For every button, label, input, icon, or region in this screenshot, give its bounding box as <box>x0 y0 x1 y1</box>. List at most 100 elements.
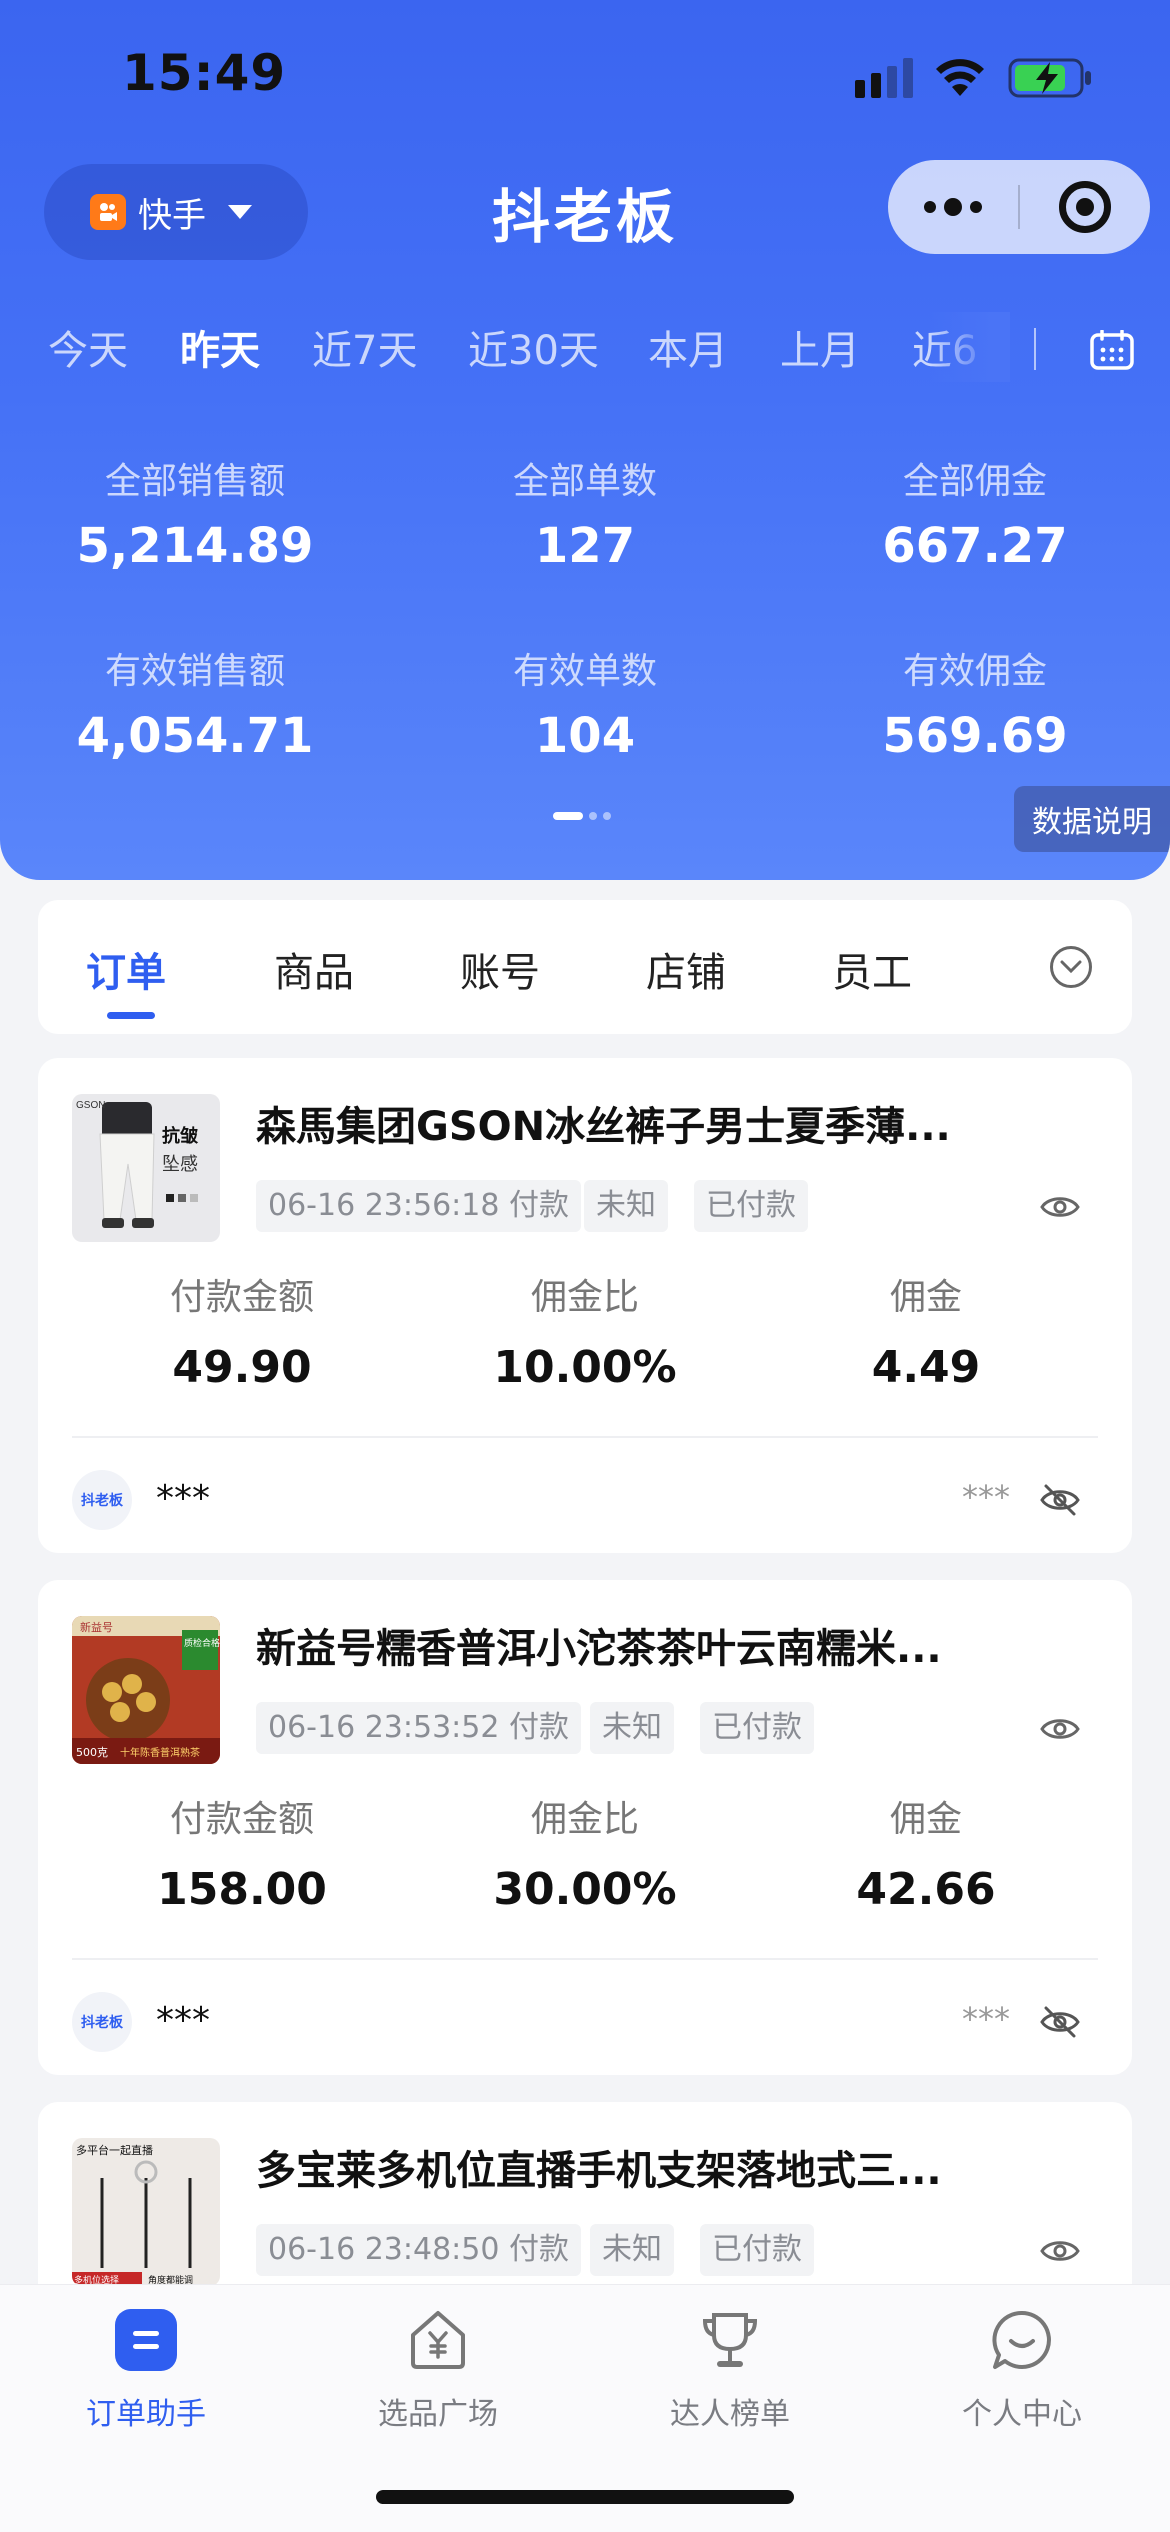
bottom-tab-label: 达人榜单 <box>670 2397 790 2432</box>
payment-time-tag: 06-16 23:53:52 付款 <box>256 1702 581 1754</box>
eye-icon[interactable] <box>1040 1714 1080 1744</box>
eye-icon[interactable] <box>1040 1192 1080 1222</box>
payment-status-tag: 已付款 <box>700 1702 814 1754</box>
metric-value: 30.00% <box>493 1864 677 1915</box>
expand-tabs-button[interactable] <box>1050 946 1092 988</box>
status-tag: 未知 <box>590 1702 674 1754</box>
metric-value: 10.00% <box>493 1342 677 1393</box>
stat-value: 569.69 <box>882 708 1068 764</box>
metric-value: 42.66 <box>856 1864 996 1915</box>
order-card[interactable]: GSON 抗皱 坠感 森馬集团GSON冰丝裤子男士夏季薄... 06-16 23… <box>38 1058 1132 1553</box>
stat-label: 有效销售额 <box>104 651 285 692</box>
home-indicator[interactable] <box>376 2490 794 2504</box>
miniprogram-capsule <box>888 160 1150 254</box>
date-tab-yesterday[interactable]: 昨天 <box>180 318 260 376</box>
bottom-tab-profile[interactable]: 个人中心 <box>876 2309 1168 2433</box>
battery-charging-icon <box>1008 58 1091 98</box>
bottom-tab-product-plaza[interactable]: 选品广场 <box>292 2309 584 2433</box>
metric-commission: 佣金 42.66 <box>756 1790 1096 1915</box>
dimension-tabs: 订单 商品 账号 店铺 员工 <box>38 900 1132 1034</box>
bottom-tab-order-assistant[interactable]: 订单助手 <box>0 2309 292 2433</box>
tab-orders[interactable]: 订单 <box>86 940 166 998</box>
date-tab-30days[interactable]: 近30天 <box>468 318 599 376</box>
status-time: 15:49 <box>122 44 287 102</box>
status-tag: 未知 <box>590 2224 674 2276</box>
order-assistant-icon <box>115 2309 177 2371</box>
carousel-pager[interactable] <box>553 812 611 822</box>
metric-label: 佣金 <box>889 1277 962 1318</box>
product-thumbnail: 新益号 质检合格 500克 十年陈香普洱熟茶 <box>72 1616 220 1764</box>
tab-products[interactable]: 商品 <box>274 940 354 998</box>
bottom-tab-ranking[interactable]: 达人榜单 <box>584 2309 876 2433</box>
stat-total-sales: 全部销售额 5,214.89 <box>0 452 390 574</box>
payment-time-tag: 06-16 23:56:18 付款 <box>256 1180 581 1232</box>
account-avatar: 抖老板 <box>72 1470 132 1530</box>
metric-label: 付款金额 <box>169 1277 314 1318</box>
thumb-brand-text: 新益号 <box>80 1620 113 1634</box>
thumb-text-2: 坠感 <box>162 1154 198 1175</box>
tabs-separator <box>1034 328 1036 370</box>
metric-payment-amount: 付款金额 158.00 <box>72 1790 412 1915</box>
status-bar: 15:49 <box>0 0 1170 150</box>
metric-value: 158.00 <box>157 1864 327 1915</box>
bottom-tab-label: 个人中心 <box>962 2397 1082 2432</box>
product-title: 森馬集团GSON冰丝裤子男士夏季薄... <box>256 1104 951 1150</box>
tab-staff[interactable]: 员工 <box>832 940 912 998</box>
account-masked-value: *** <box>962 2000 1010 2038</box>
summary-header: 15:49 快手 抖老板 今天 昨天 近7天 近30天 本月 上月 全部销售额 … <box>0 0 1170 880</box>
metric-commission-rate: 佣金比 30.00% <box>415 1790 755 1915</box>
status-tag: 未知 <box>584 1180 668 1232</box>
eye-off-icon[interactable] <box>1040 2004 1080 2040</box>
thumb-text-1: 抗皱 <box>162 1125 199 1147</box>
payment-time-tag: 06-16 23:48:50 付款 <box>256 2224 581 2276</box>
stat-value: 104 <box>534 708 636 764</box>
product-thumbnail: 多平台一起直播 多机位选择 角度都能调 <box>72 2138 220 2286</box>
bottom-tab-label: 选品广场 <box>378 2397 498 2432</box>
product-title: 新益号糯香普洱小沱茶茶叶云南糯米... <box>256 1626 942 1672</box>
date-tab-last-month[interactable]: 上月 <box>780 318 860 376</box>
date-tab-today[interactable]: 今天 <box>48 318 128 376</box>
bottom-tab-label: 订单助手 <box>86 2397 206 2432</box>
cellular-signal-icon <box>855 58 913 98</box>
close-miniprogram-button[interactable] <box>1020 160 1150 254</box>
metric-label: 佣金 <box>889 1799 962 1840</box>
product-title: 多宝莱多机位直播手机支架落地式三... <box>256 2148 942 2194</box>
thumb-brand-text: GSON <box>76 1100 105 1111</box>
account-masked-value: *** <box>962 1478 1010 1516</box>
date-tab-7days[interactable]: 近7天 <box>312 318 417 376</box>
stat-valid-sales: 有效销售额 4,054.71 <box>0 642 390 764</box>
thumb-headline-text: 多平台一起直播 <box>76 2143 153 2157</box>
account-name: *** <box>156 2000 210 2041</box>
thumb-caption-text: 十年陈香普洱熟茶 <box>120 1746 200 1759</box>
date-tab-this-month[interactable]: 本月 <box>648 318 728 376</box>
stat-label: 有效单数 <box>512 651 657 692</box>
product-plaza-icon <box>411 2311 465 2369</box>
stat-valid-commission: 有效佣金 569.69 <box>780 642 1170 764</box>
metric-label: 付款金额 <box>169 1799 314 1840</box>
more-menu-button[interactable] <box>888 160 1018 254</box>
active-tab-indicator <box>107 1012 155 1019</box>
stat-value: 127 <box>534 518 636 574</box>
order-card[interactable]: 新益号 质检合格 500克 十年陈香普洱熟茶 新益号糯香普洱小沱茶茶叶云南糯米.… <box>38 1580 1132 2075</box>
metric-commission-rate: 佣金比 10.00% <box>415 1268 755 1393</box>
stat-total-orders: 全部单数 127 <box>390 452 780 574</box>
tab-accounts[interactable]: 账号 <box>460 940 540 998</box>
eye-icon[interactable] <box>1040 2236 1080 2266</box>
card-divider <box>72 1958 1098 1960</box>
metric-payment-amount: 付款金额 49.90 <box>72 1268 412 1393</box>
stat-valid-orders: 有效单数 104 <box>390 642 780 764</box>
payment-status-tag: 已付款 <box>700 2224 814 2276</box>
stat-label: 全部销售额 <box>104 461 285 502</box>
pager-dot <box>589 812 597 820</box>
data-explain-button[interactable]: 数据说明 <box>1014 786 1170 852</box>
account-name: *** <box>156 1478 210 1519</box>
stat-label: 有效佣金 <box>902 651 1047 692</box>
metric-value: 49.90 <box>172 1342 312 1393</box>
tab-shops[interactable]: 店铺 <box>646 940 726 998</box>
calendar-icon[interactable] <box>1090 330 1134 370</box>
chat-smile-icon <box>992 2310 1051 2369</box>
stat-value: 4,054.71 <box>76 708 314 764</box>
stat-value: 667.27 <box>882 518 1068 574</box>
eye-off-icon[interactable] <box>1040 1482 1080 1518</box>
pager-dot <box>603 812 611 820</box>
